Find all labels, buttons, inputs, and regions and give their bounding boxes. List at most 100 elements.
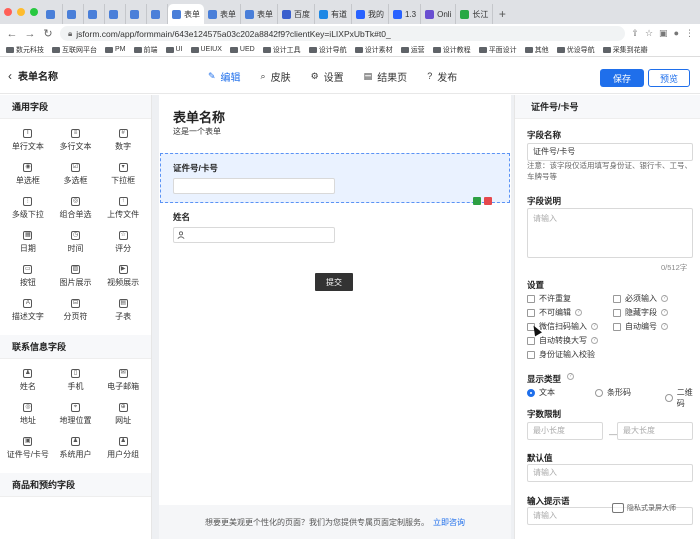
extension-icon[interactable]: ▣: [659, 28, 668, 39]
minimize-window-button[interactable]: [17, 8, 25, 16]
browser-tab[interactable]: 表单: [204, 4, 241, 24]
display-help-icon[interactable]: ?: [567, 373, 574, 380]
palette-widget[interactable]: A 描述文字: [4, 293, 52, 327]
help-icon[interactable]: ?: [575, 309, 582, 316]
browser-tab[interactable]: 百度: [278, 4, 315, 24]
form-title[interactable]: 表单名称: [173, 107, 225, 126]
bookmark-item[interactable]: UED: [229, 46, 255, 53]
bookmark-item[interactable]: 设计工具: [262, 45, 301, 55]
browser-tab[interactable]: 1.3: [389, 4, 422, 24]
form-description[interactable]: 这是一个表单: [173, 126, 221, 137]
browser-tab[interactable]: 我的: [352, 4, 389, 24]
display-type-radio[interactable]: 条形码: [595, 387, 631, 398]
palette-widget[interactable]: ◉ 单选框: [4, 157, 52, 191]
browser-tab[interactable]: 表单: [241, 4, 278, 24]
help-icon[interactable]: ?: [661, 323, 668, 330]
field-desc-textarea[interactable]: 请输入: [527, 208, 693, 258]
editor-tab[interactable]: ⌕ 皮肤: [261, 69, 291, 84]
palette-widget[interactable]: ≡ 多行文本: [52, 123, 100, 157]
checkbox-box[interactable]: [613, 308, 621, 317]
radio-dot[interactable]: [527, 388, 535, 397]
bookmark-item[interactable]: 前端: [133, 45, 158, 55]
palette-widget[interactable]: ♟ 系统用户: [52, 431, 100, 465]
max-length-input[interactable]: 最大长度: [617, 422, 693, 440]
bookmark-item[interactable]: 平面设计: [478, 45, 517, 55]
setting-checkbox[interactable]: 不可编辑?: [527, 307, 582, 318]
bookmark-item[interactable]: 采集到花瓣: [602, 45, 648, 55]
palette-widget[interactable]: ⊕ 网址: [99, 397, 147, 431]
palette-widget[interactable]: ☑ 多选框: [52, 157, 100, 191]
browser-tab[interactable]: [105, 4, 126, 24]
preview-button[interactable]: 预览: [648, 69, 690, 87]
editor-tab[interactable]: ⚙ 设置: [311, 69, 344, 84]
palette-widget[interactable]: ⌖ 地理位置: [52, 397, 100, 431]
palette-widget[interactable]: ◷ 时间: [52, 225, 100, 259]
palette-widget[interactable]: ▨ 图片展示: [52, 259, 100, 293]
browser-tab[interactable]: [63, 4, 84, 24]
palette-widget[interactable]: ☆ 评分: [99, 225, 147, 259]
browser-tab[interactable]: 长江: [456, 4, 494, 24]
field-name-input[interactable]: 证件号/卡号: [527, 143, 693, 161]
bookmark-item[interactable]: UEIUX: [190, 46, 222, 53]
help-icon[interactable]: ?: [591, 337, 598, 344]
palette-widget[interactable]: ◎ 地址: [4, 397, 52, 431]
forward-arrow-icon[interactable]: →: [24, 28, 36, 40]
bookmark-item[interactable]: PM: [105, 46, 126, 53]
browser-tab[interactable]: Onli: [421, 4, 457, 24]
editor-tab[interactable]: ✎ 编辑: [208, 69, 241, 84]
default-value-input[interactable]: 请输入: [527, 464, 693, 482]
menu-icon[interactable]: ⋮: [685, 28, 694, 39]
consult-link[interactable]: 立即咨询: [433, 517, 465, 528]
browser-tab[interactable]: [147, 4, 168, 24]
display-type-radio[interactable]: 文本: [527, 387, 555, 398]
address-bar[interactable]: 🔒︎ jsform.com/app/formmain/643e124575a03…: [60, 26, 626, 41]
back-arrow-icon[interactable]: ←: [6, 28, 18, 40]
copy-field-icon[interactable]: [473, 197, 481, 205]
bookmark-item[interactable]: 设计导航: [308, 45, 347, 55]
checkbox-box[interactable]: [613, 322, 621, 331]
palette-widget[interactable]: ♟ 姓名: [4, 363, 52, 397]
radio-dot[interactable]: [595, 388, 603, 397]
min-length-input[interactable]: 最小长度: [527, 422, 603, 440]
browser-tab[interactable]: [84, 4, 105, 24]
new-tab-button[interactable]: +: [493, 4, 511, 24]
bookmark-item[interactable]: 运营: [400, 45, 425, 55]
idcard-input[interactable]: [173, 178, 335, 194]
back-icon[interactable]: ‹: [8, 69, 12, 83]
help-icon[interactable]: ?: [661, 295, 668, 302]
palette-widget[interactable]: ✉ 电子邮箱: [99, 363, 147, 397]
palette-widget[interactable]: ↑ 上传文件: [99, 191, 147, 225]
delete-field-icon[interactable]: [484, 197, 492, 205]
bookmark-item[interactable]: 数元科技: [6, 45, 44, 55]
checkbox-box[interactable]: [527, 294, 535, 303]
palette-widget[interactable]: ▶ 视频展示: [99, 259, 147, 293]
setting-checkbox[interactable]: 不许重复: [527, 293, 571, 304]
help-icon[interactable]: ?: [591, 323, 598, 330]
bookmark-item[interactable]: 其他: [524, 45, 549, 55]
help-icon[interactable]: ?: [661, 309, 668, 316]
radio-dot[interactable]: [665, 394, 673, 402]
setting-checkbox[interactable]: 必须输入?: [613, 293, 668, 304]
bookmark-item[interactable]: 优设导航: [556, 45, 595, 55]
setting-checkbox[interactable]: 自动转换大写?: [527, 335, 598, 346]
name-input[interactable]: [173, 227, 335, 243]
setting-checkbox[interactable]: 身份证输入校验: [527, 349, 595, 360]
setting-checkbox[interactable]: 隐藏字段?: [613, 307, 668, 318]
browser-tab[interactable]: [42, 4, 63, 24]
maximize-window-button[interactable]: [30, 8, 38, 16]
palette-widget[interactable]: ▤ 子表: [99, 293, 147, 327]
star-icon[interactable]: ☆: [645, 28, 653, 39]
checkbox-box[interactable]: [613, 294, 621, 303]
palette-widget[interactable]: ♟ 用户分组: [99, 431, 147, 465]
palette-widget[interactable]: ⊟ 分页符: [52, 293, 100, 327]
palette-widget[interactable]: ▣ 证件号/卡号: [4, 431, 52, 465]
checkbox-box[interactable]: [527, 350, 535, 359]
palette-widget[interactable]: ▦ 日期: [4, 225, 52, 259]
palette-widget[interactable]: ⋮ 多级下拉: [4, 191, 52, 225]
palette-widget[interactable]: T 单行文本: [4, 123, 52, 157]
share-icon[interactable]: ⇪: [631, 28, 639, 39]
checkbox-box[interactable]: [527, 308, 535, 317]
bookmark-item[interactable]: 设计教程: [432, 45, 471, 55]
save-button[interactable]: 保存: [600, 69, 644, 87]
bookmark-item[interactable]: 设计素材: [354, 45, 393, 55]
